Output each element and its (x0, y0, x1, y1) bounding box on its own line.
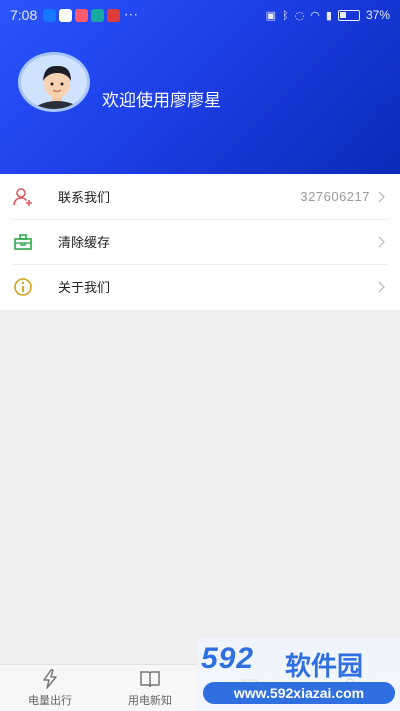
chevron-right-icon (376, 281, 388, 293)
lightning-icon (40, 668, 60, 689)
notification-icons (43, 8, 121, 22)
avatar-icon (33, 65, 81, 109)
contact-icon (12, 186, 34, 208)
clear-cache-icon (12, 231, 34, 253)
news-icon (107, 8, 121, 22)
menu-item-clear-cache[interactable]: 清除缓存 (0, 219, 400, 264)
profile-header: 7:08 ··· ▣ ᛒ ◌ ◠ ▮ 37% 欢迎使用廖廖星 (0, 0, 400, 174)
bluetooth-icon: ᛒ (282, 8, 289, 22)
browser-icon (91, 8, 105, 22)
more-notifications: ··· (124, 8, 139, 22)
status-bar: 7:08 ··· ▣ ᛒ ◌ ◠ ▮ 37% (0, 0, 400, 30)
tab-power-travel[interactable]: 电量出行 (0, 665, 100, 711)
menu-item-label: 清除缓存 (58, 236, 111, 251)
tab-label: 用电新知 (128, 693, 172, 707)
alipay-icon (43, 8, 57, 22)
avatar[interactable] (18, 52, 90, 112)
battery-icon (337, 9, 360, 21)
tab-label: 电量出行 (28, 693, 72, 707)
vibrate-icon: ◌ (294, 8, 305, 22)
tab-power-knowledge[interactable]: 用电新知 (100, 665, 200, 711)
watermark-brand: 软件园 (285, 652, 364, 682)
nfc-icon: ▣ (265, 8, 277, 22)
chevron-right-icon (376, 236, 388, 248)
menu-item-label: 关于我们 (58, 281, 111, 296)
status-time: 7:08 (10, 7, 38, 23)
info-icon (12, 276, 34, 298)
status-right: ▣ ᛒ ◌ ◠ ▮ 37% (266, 8, 390, 22)
menu-item-about[interactable]: 关于我们 (0, 264, 400, 309)
wifi-icon: ◠ (310, 8, 320, 22)
watermark-logo: 592 (201, 642, 255, 675)
contact-qq-number: 327606217 (300, 189, 370, 204)
settings-menu: 联系我们 327606217 清除缓存 关于我们 (0, 174, 400, 310)
book-icon (139, 669, 161, 689)
welcome-text: 欢迎使用廖廖星 (102, 91, 221, 111)
chevron-right-icon (376, 191, 388, 203)
watermark-url: www.592xiazai.com (203, 682, 395, 704)
menu-item-label: 联系我们 (58, 191, 111, 206)
cloud-icon (59, 8, 73, 22)
battery-percent: 37% (365, 8, 390, 22)
menu-item-contact[interactable]: 联系我们 327606217 (0, 174, 400, 219)
signal-icon: ▮ (325, 8, 332, 22)
watermark: 592 软件园 www.592xiazai.com (197, 638, 400, 711)
app-icon (75, 8, 89, 22)
